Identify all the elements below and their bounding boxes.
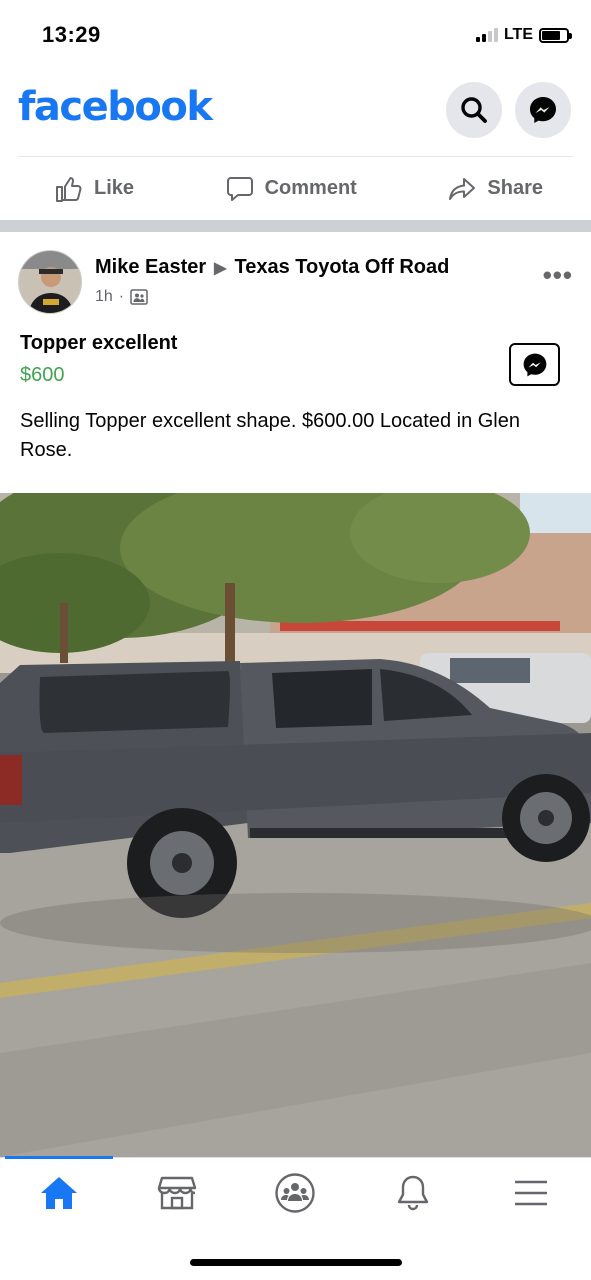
messenger-icon <box>530 97 556 123</box>
listing-title: Topper excellent <box>20 332 178 354</box>
messenger-icon <box>523 353 546 376</box>
nav-menu[interactable] <box>472 1158 590 1228</box>
group-icon <box>130 289 148 305</box>
notifications-icon <box>397 1175 429 1211</box>
feed-separator <box>0 220 591 232</box>
nav-marketplace[interactable] <box>118 1158 236 1228</box>
facebook-logo[interactable]: facebook <box>18 84 213 130</box>
nav-home[interactable] <box>0 1158 118 1228</box>
avatar-photo-icon <box>19 251 81 313</box>
bottom-nav <box>0 1156 591 1228</box>
share-icon <box>449 177 476 200</box>
network-label: LTE <box>503 26 533 43</box>
author-name[interactable]: Mike Easter <box>95 256 206 279</box>
post-time[interactable]: 1h <box>95 288 113 306</box>
share-label: Share <box>487 177 543 199</box>
post-action-bar: Like Comment Share <box>18 156 573 220</box>
home-indicator <box>190 1259 402 1266</box>
nav-groups[interactable] <box>236 1158 354 1228</box>
signal-icon <box>475 28 498 42</box>
messenger-button[interactable] <box>515 82 571 138</box>
post-photo[interactable] <box>0 493 591 1157</box>
comment-icon <box>226 176 253 201</box>
like-label: Like <box>94 177 135 199</box>
comment-label: Comment <box>264 177 357 199</box>
search-button[interactable] <box>446 82 502 138</box>
status-indicators: LTE <box>475 26 572 44</box>
nav-notifications[interactable] <box>354 1158 472 1228</box>
home-icon <box>41 1177 77 1209</box>
message-seller-button[interactable] <box>509 343 560 386</box>
meta-separator: · <box>118 288 125 305</box>
author-line: Mike Easter ▶ Texas Toyota Off Road <box>95 256 449 279</box>
post-header: Mike Easter ▶ Texas Toyota Off Road 1h ·… <box>18 250 573 316</box>
search-icon <box>461 97 487 123</box>
app-header: facebook <box>0 70 591 156</box>
thumbs-up-icon <box>56 176 82 202</box>
listing-price: $600 <box>20 364 65 386</box>
like-button[interactable]: Like <box>54 174 134 204</box>
battery-icon <box>539 27 572 43</box>
arrow-right-icon: ▶ <box>214 259 227 277</box>
share-button[interactable]: Share <box>447 174 543 204</box>
truck-photo-illustration <box>0 493 591 1157</box>
group-name[interactable]: Texas Toyota Off Road <box>234 256 449 279</box>
status-bar: 13:29 LTE <box>0 0 591 70</box>
groups-icon <box>275 1173 315 1213</box>
comment-button[interactable]: Comment <box>225 174 357 204</box>
more-options-button[interactable]: ••• <box>543 260 573 291</box>
post-meta: 1h · <box>95 288 148 306</box>
author-avatar[interactable] <box>18 250 82 314</box>
status-time: 13:29 <box>42 22 101 47</box>
marketplace-icon <box>157 1176 197 1210</box>
menu-icon <box>515 1180 547 1206</box>
post-body-text: Selling Topper excellent shape. $600.00 … <box>20 410 520 461</box>
